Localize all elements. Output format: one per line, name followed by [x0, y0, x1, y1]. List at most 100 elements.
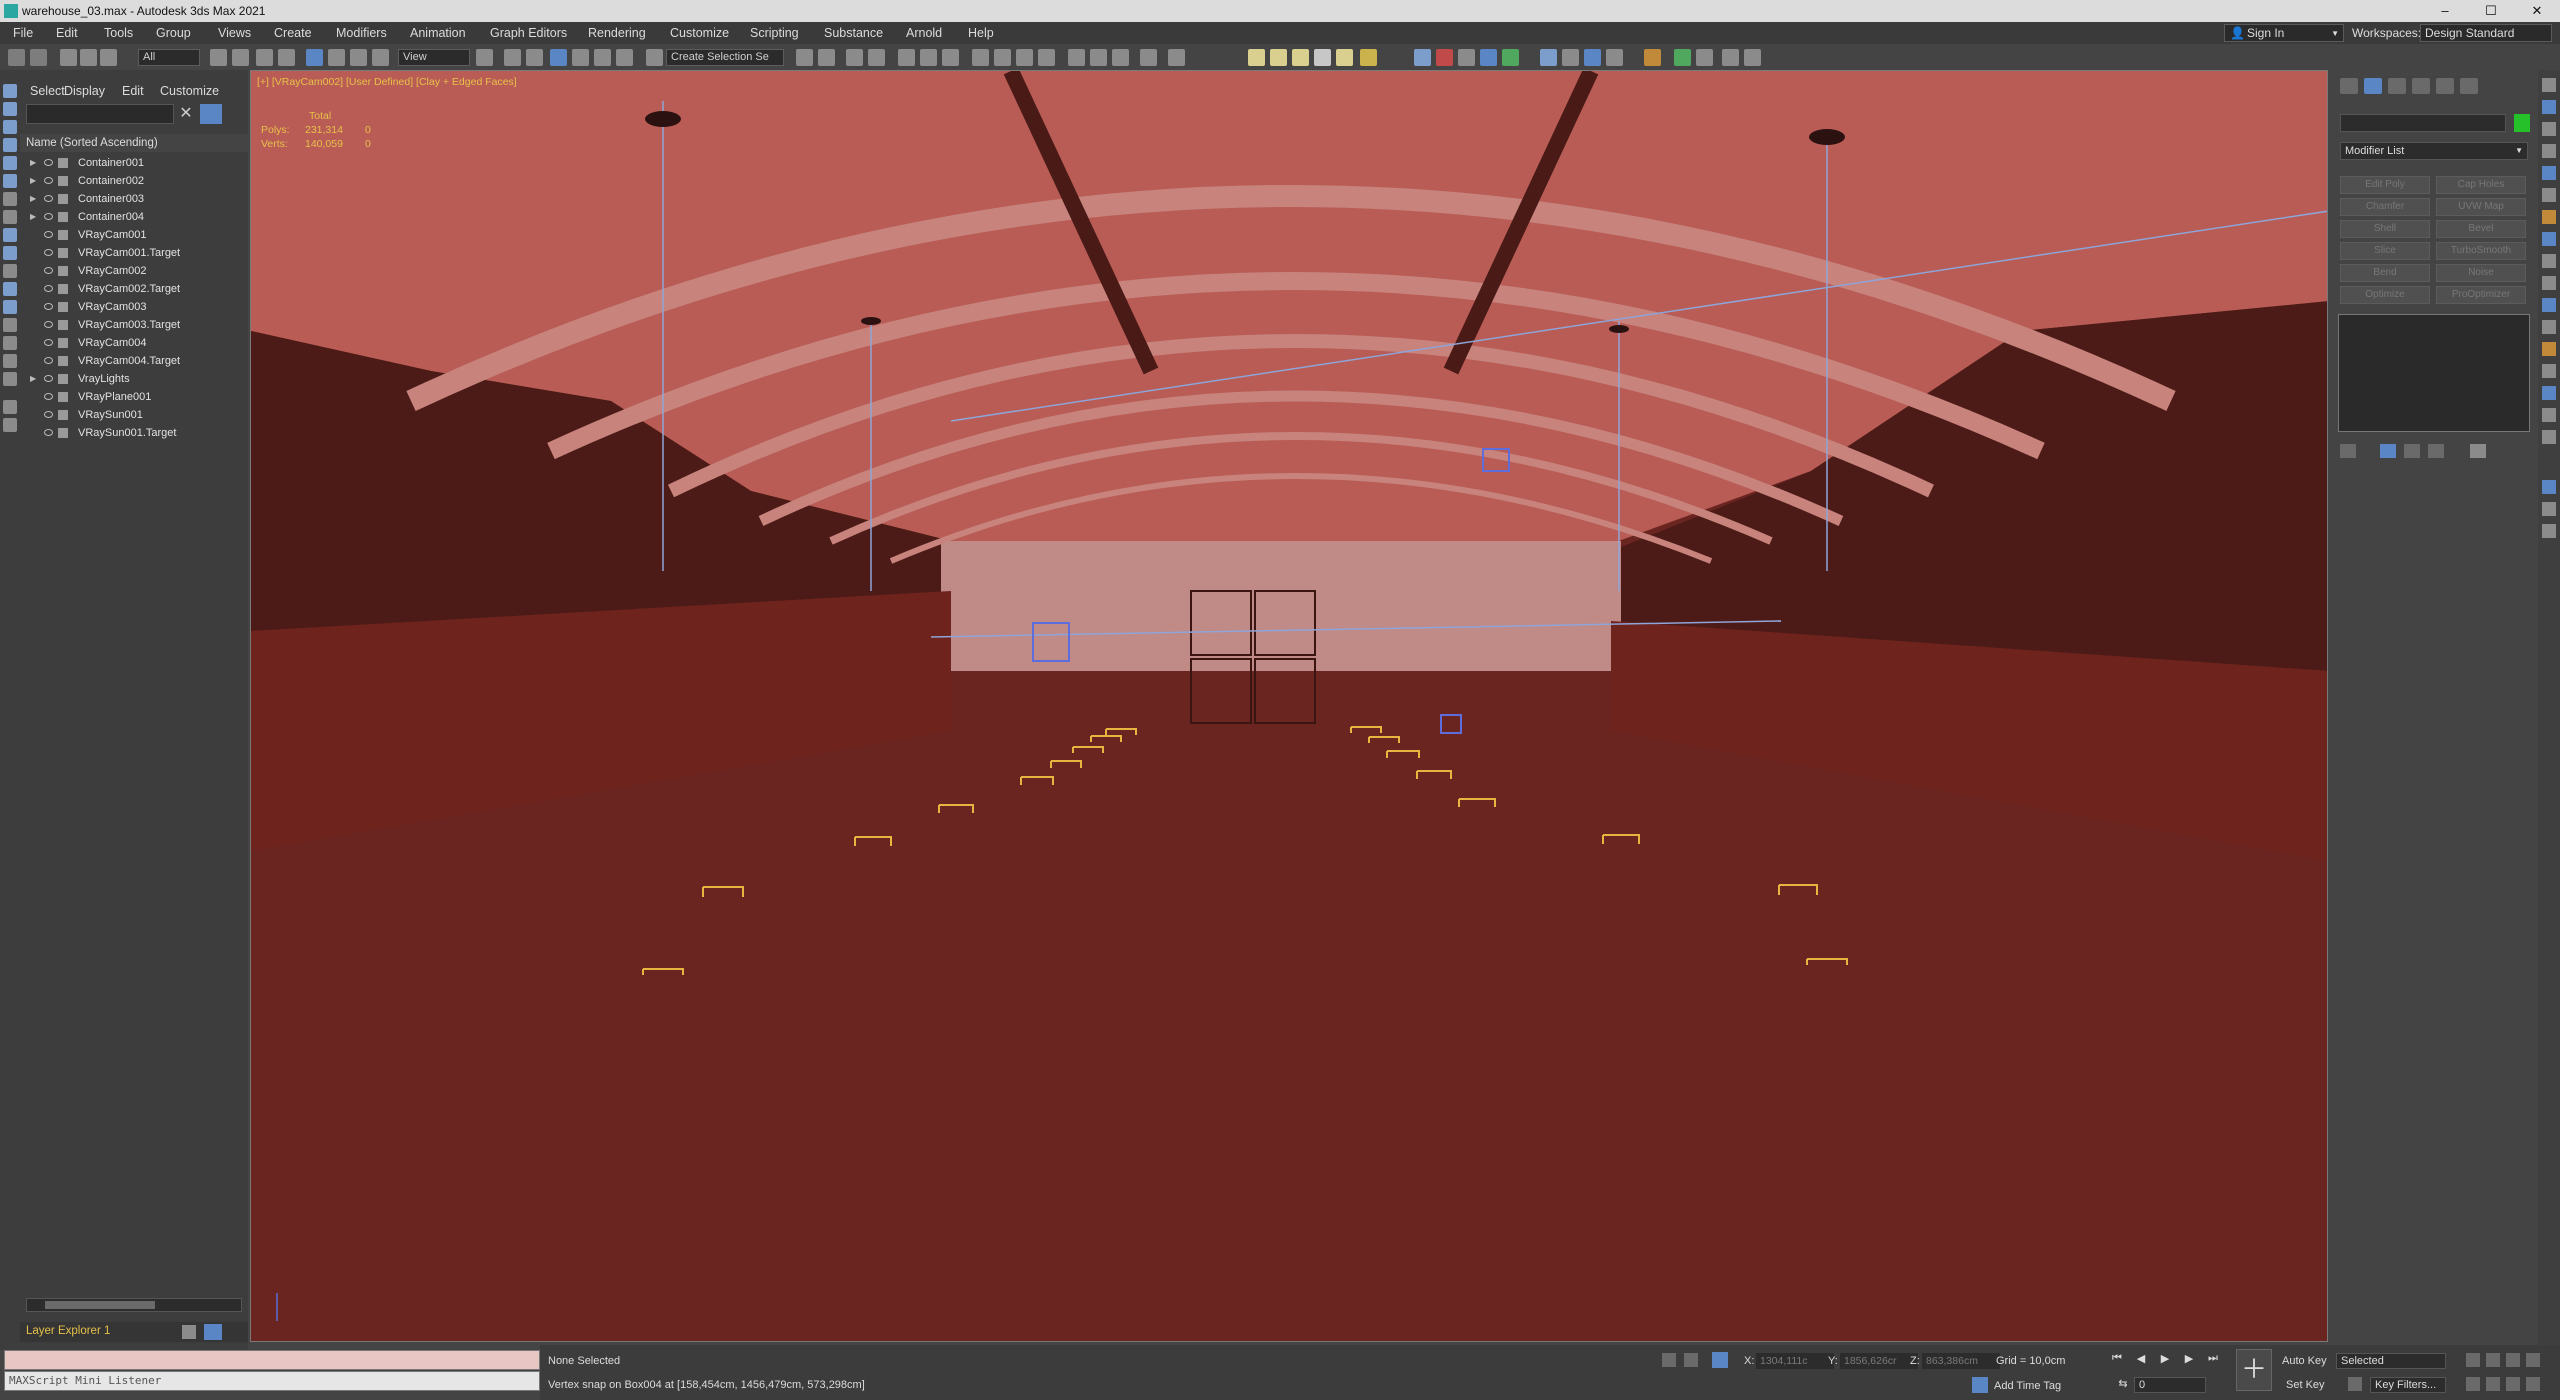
render-production-icon[interactable] — [1038, 49, 1055, 66]
align-icon[interactable] — [818, 49, 835, 66]
axis-constraint-icon[interactable] — [2542, 166, 2556, 180]
prooptimizer-button[interactable]: ProOptimizer — [2436, 286, 2526, 304]
vray-fur-icon[interactable] — [1436, 49, 1453, 66]
expand-arrow-icon[interactable]: ▶ — [30, 172, 36, 190]
snap-pivot-icon[interactable] — [2542, 298, 2556, 312]
scene-item-container002[interactable]: ▶ Container002 — [20, 172, 248, 190]
snap-extra-icon[interactable] — [2542, 430, 2556, 444]
explorer-toggle-icon[interactable] — [204, 1324, 222, 1340]
script-icon[interactable] — [1696, 49, 1713, 66]
scale-icon[interactable] — [350, 49, 367, 66]
menu-help[interactable]: Help — [968, 26, 994, 40]
plugin-icon[interactable] — [1674, 49, 1691, 66]
set-key-big-icon[interactable]: ＋ — [2236, 1349, 2272, 1391]
snap-settings-b-icon[interactable] — [2542, 502, 2556, 516]
scene-item-vraycam002[interactable]: VRayCam002 — [20, 262, 248, 280]
scene-explorer-toggle-icon[interactable] — [846, 49, 863, 66]
expand-arrow-icon[interactable]: ▶ — [30, 154, 36, 172]
visibility-eye-icon[interactable] — [44, 213, 53, 220]
visibility-eye-icon[interactable] — [44, 303, 53, 310]
menu-create[interactable]: Create — [274, 26, 312, 40]
display-helpers-icon[interactable] — [3, 192, 17, 206]
move-icon[interactable] — [306, 49, 323, 66]
close-panel-icon[interactable] — [2542, 78, 2556, 92]
scene-item-vraycam002-target[interactable]: VRayCam002.Target — [20, 280, 248, 298]
make-unique-icon[interactable] — [2404, 444, 2420, 458]
toggle-ribbon-icon[interactable] — [898, 49, 915, 66]
scene-item-container004[interactable]: ▶ Container004 — [20, 208, 248, 226]
find-icon[interactable] — [3, 400, 17, 414]
scene-item-container003[interactable]: ▶ Container003 — [20, 190, 248, 208]
vray-proxy-icon[interactable] — [1414, 49, 1431, 66]
cap-holes-button[interactable]: Cap Holes — [2436, 176, 2526, 194]
modifier-stack[interactable] — [2338, 314, 2530, 432]
display-bones-icon[interactable] — [3, 264, 17, 278]
clear-search-icon[interactable]: ✕ — [178, 105, 194, 123]
menu-views[interactable]: Views — [218, 26, 251, 40]
filter-icon[interactable] — [200, 104, 222, 124]
vray-scene-converter-icon[interactable] — [1606, 49, 1623, 66]
rectangular-selection-icon[interactable] — [256, 49, 273, 66]
display-hidden-icon[interactable] — [3, 318, 17, 332]
keyboard-shortcut-override-icon[interactable] — [526, 49, 543, 66]
optimize-button[interactable]: Optimize — [2340, 286, 2430, 304]
vray-toolbar-icon[interactable] — [1168, 49, 1185, 66]
visibility-eye-icon[interactable] — [44, 321, 53, 328]
extra-tool-icon[interactable] — [1744, 49, 1761, 66]
menu-graph-editors[interactable]: Graph Editors — [490, 26, 567, 40]
scene-item-vraycam004[interactable]: VRayCam004 — [20, 334, 248, 352]
pin-stack-icon[interactable] — [2340, 444, 2356, 458]
axis-xy-icon[interactable] — [2542, 144, 2556, 158]
vray-converter-icon[interactable] — [1562, 49, 1579, 66]
axis-z-icon[interactable] — [2542, 122, 2556, 136]
remove-modifier-icon[interactable] — [2428, 444, 2444, 458]
layer-explorer-icon[interactable] — [868, 49, 885, 66]
vray-material-icon[interactable] — [1540, 49, 1557, 66]
scene-item-vraysun001[interactable]: VRaySun001 — [20, 406, 248, 424]
snap-bbox-icon[interactable] — [2542, 320, 2556, 334]
viewport-camera[interactable]: [+] [VRayCam002] [User Defined] [Clay + … — [250, 70, 2328, 1342]
scene-item-vraycam003-target[interactable]: VRayCam003.Target — [20, 316, 248, 334]
current-frame-field[interactable]: 0 — [2134, 1377, 2206, 1393]
tools-icon[interactable] — [1722, 49, 1739, 66]
modifier-list-dropdown[interactable]: Modifier List ▼ — [2340, 142, 2528, 160]
configure-modifier-sets-icon[interactable] — [2470, 444, 2486, 458]
angle-snap-icon[interactable] — [572, 49, 589, 66]
show-end-result-icon[interactable] — [2380, 444, 2396, 458]
menu-scripting[interactable]: Scripting — [750, 26, 799, 40]
turbosmooth-button[interactable]: TurboSmooth — [2436, 242, 2526, 260]
unlink-icon[interactable] — [80, 49, 97, 66]
visibility-eye-icon[interactable] — [44, 159, 53, 166]
menu-customize[interactable]: Customize — [670, 26, 729, 40]
invert-display-icon[interactable] — [3, 372, 17, 386]
reference-coordinate-dropdown[interactable]: View — [398, 49, 470, 66]
snap-setting-icon[interactable] — [2542, 480, 2556, 494]
motion-tab-icon[interactable] — [2412, 78, 2430, 94]
scene-item-vraycam003[interactable]: VRayCam003 — [20, 298, 248, 316]
visibility-eye-icon[interactable] — [44, 177, 53, 184]
bevel-button[interactable]: Bevel — [2436, 220, 2526, 238]
redo-icon[interactable] — [30, 49, 47, 66]
object-name-field[interactable] — [2340, 114, 2506, 132]
vray-plane-icon[interactable] — [1458, 49, 1475, 66]
key-mode-dropdown[interactable]: Selected — [2336, 1353, 2446, 1369]
key-filters-button[interactable]: Key Filters... — [2370, 1377, 2446, 1393]
display-shapes-icon[interactable] — [3, 138, 17, 152]
orbit-icon[interactable] — [2506, 1377, 2520, 1391]
z-coordinate-field[interactable]: 863,386cm — [1922, 1353, 2000, 1369]
menu-animation[interactable]: Animation — [410, 26, 466, 40]
utilities-tab-icon[interactable] — [2460, 78, 2478, 94]
select-by-name-icon[interactable] — [232, 49, 249, 66]
menu-substance[interactable]: Substance — [824, 26, 883, 40]
x-coordinate-field[interactable]: 1304,111c — [1756, 1353, 1834, 1369]
expand-arrow-icon[interactable]: ▶ — [30, 208, 36, 226]
vray-ambient-light-icon[interactable] — [1314, 49, 1331, 66]
layers-icon[interactable] — [182, 1325, 196, 1339]
vray-clipper-icon[interactable] — [1502, 49, 1519, 66]
edit-poly-button[interactable]: Edit Poly — [2340, 176, 2430, 194]
column-header-name[interactable]: Name (Sorted Ascending) — [20, 134, 248, 152]
menu-file[interactable]: File — [13, 26, 33, 40]
zoom-extents-all-icon[interactable] — [2526, 1353, 2540, 1367]
go-to-start-icon[interactable]: ⏮ — [2110, 1352, 2124, 1366]
sign-in-dropdown[interactable]: 👤 Sign In ▼ — [2224, 24, 2344, 42]
